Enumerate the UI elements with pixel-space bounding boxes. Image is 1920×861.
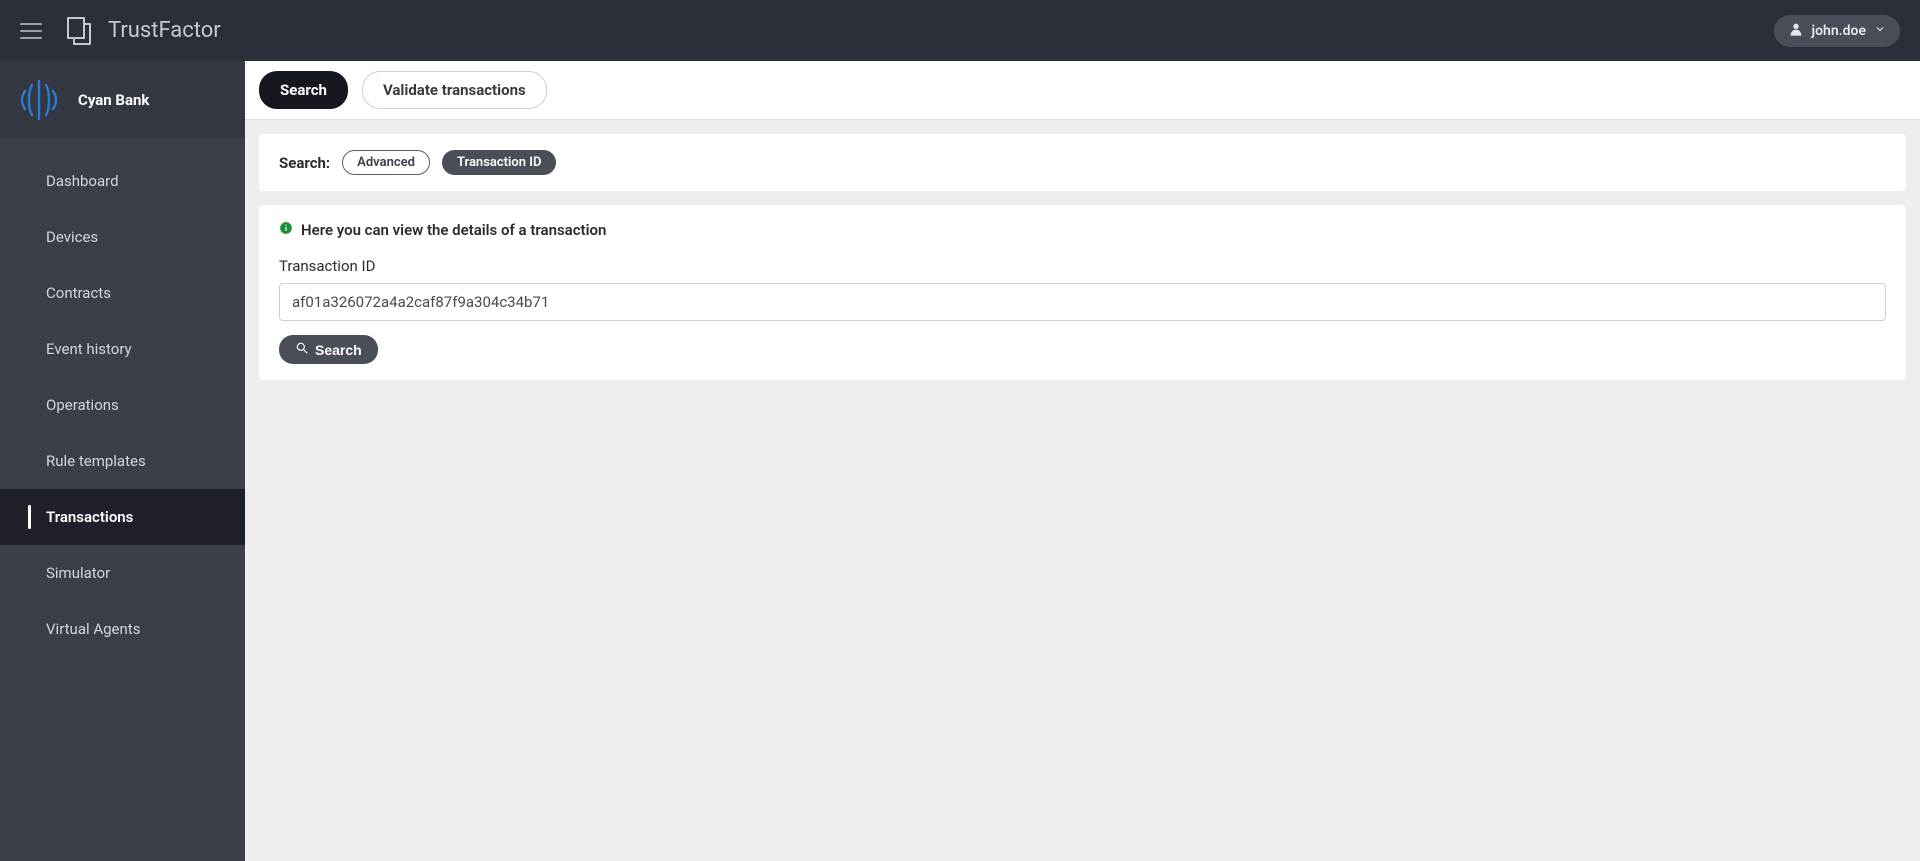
sidebar-item-label: Rule templates [46,452,146,470]
sidebar-nav: Dashboard Devices Contracts Event histor… [0,139,245,657]
transaction-id-input[interactable] [279,283,1886,321]
sidebar-item-rule-templates[interactable]: Rule templates [0,433,245,489]
top-tabs: Search Validate transactions [245,61,1920,120]
sidebar-item-contracts[interactable]: Contracts [0,265,245,321]
hamburger-menu-icon[interactable] [20,23,42,39]
chevron-down-icon [1874,23,1886,39]
transaction-search-card: Here you can view the details of a trans… [259,205,1906,380]
tab-validate-transactions[interactable]: Validate transactions [362,71,547,109]
sidebar: Cyan Bank Dashboard Devices Contracts Ev… [0,61,245,861]
app-title: TrustFactor [108,18,221,43]
sidebar-item-operations[interactable]: Operations [0,377,245,433]
chip-transaction-id[interactable]: Transaction ID [442,150,557,175]
user-menu[interactable]: john.doe [1774,15,1900,47]
sidebar-item-label: Operations [46,396,119,414]
sidebar-item-event-history[interactable]: Event history [0,321,245,377]
sidebar-item-label: Devices [46,228,98,246]
search-button[interactable]: Search [279,335,378,364]
search-mode-label: Search: [279,154,330,172]
search-button-label: Search [315,342,362,358]
sidebar-item-dashboard[interactable]: Dashboard [0,153,245,209]
sidebar-item-label: Event history [46,340,132,358]
search-icon [295,341,309,358]
sidebar-item-transactions[interactable]: Transactions [0,489,245,545]
info-text: Here you can view the details of a trans… [301,221,606,239]
tab-search[interactable]: Search [259,71,348,109]
transaction-id-label: Transaction ID [279,257,1886,275]
sidebar-item-label: Contracts [46,284,111,302]
sidebar-item-virtual-agents[interactable]: Virtual Agents [0,601,245,657]
app-logo-icon [62,14,96,48]
tab-label: Search [280,81,327,99]
sidebar-item-label: Virtual Agents [46,620,140,638]
info-icon [279,221,293,239]
sidebar-item-label: Transactions [46,508,133,526]
main-content: Search Validate transactions Search: Adv… [245,61,1920,861]
org-name: Cyan Bank [78,91,149,109]
sidebar-item-simulator[interactable]: Simulator [0,545,245,601]
user-icon [1788,21,1804,41]
org-logo-icon [14,75,64,125]
sidebar-item-label: Simulator [46,564,110,582]
app-header: TrustFactor john.doe [0,0,1920,61]
sidebar-item-label: Dashboard [46,172,119,190]
org-header[interactable]: Cyan Bank [0,61,245,139]
tab-label: Validate transactions [383,81,526,99]
sidebar-item-devices[interactable]: Devices [0,209,245,265]
search-mode-card: Search: Advanced Transaction ID [259,134,1906,191]
chip-advanced[interactable]: Advanced [342,150,430,175]
username-label: john.doe [1812,23,1866,39]
